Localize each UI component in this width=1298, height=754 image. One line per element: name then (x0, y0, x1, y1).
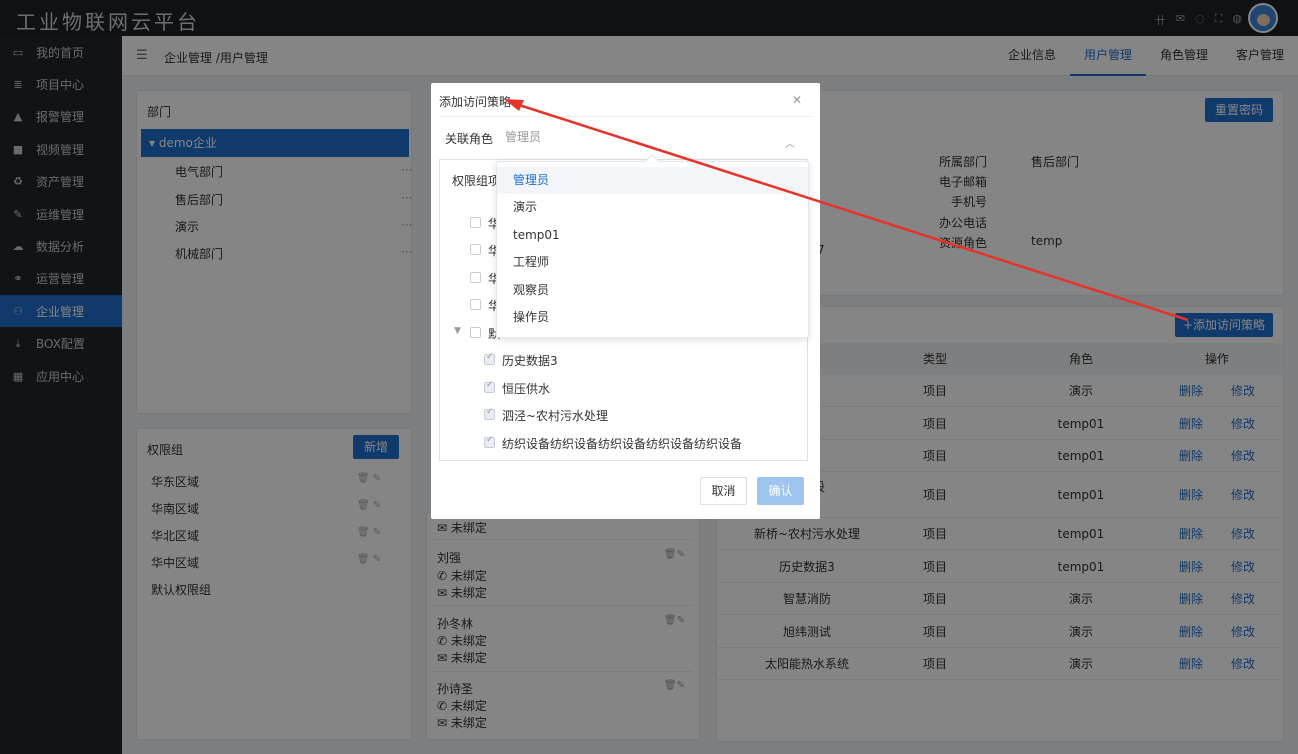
annotation-arrow (504, 99, 1189, 322)
